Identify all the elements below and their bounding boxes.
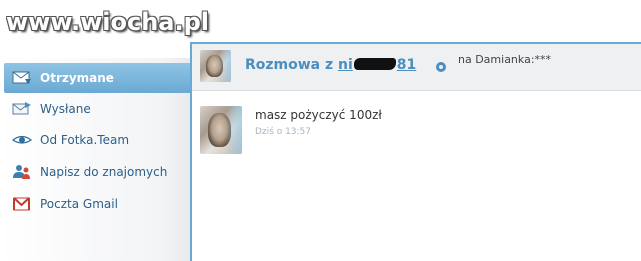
gmail-icon — [12, 196, 32, 212]
sidebar-item-label: Od Fotka.Team — [40, 133, 130, 147]
sidebar-item-label: Napisz do znajomych — [40, 165, 168, 179]
inbox-icon — [12, 70, 32, 86]
watermark: www.wiocha.pl — [6, 8, 210, 36]
sent-icon — [12, 101, 32, 117]
avatar[interactable] — [200, 50, 231, 82]
conversation-title-prefix: Rozmowa z — [245, 57, 334, 73]
sidebar-item-otrzymane[interactable]: Otrzymane — [4, 63, 190, 93]
sidebar-item-od-fotka-team[interactable]: Od Fotka.Team — [0, 125, 190, 155]
conversation-header: Rozmowa z ni 81 na Damianka:*** — [192, 44, 641, 91]
conversation-subtitle: na Damianka:*** — [458, 53, 552, 66]
sidebar-item-napisz-do-znajomych[interactable]: Napisz do znajomych — [0, 157, 190, 187]
sidebar-item-label: Poczta Gmail — [40, 197, 118, 211]
eye-icon — [12, 132, 32, 148]
conversation-title: Rozmowa z ni 81 — [245, 57, 416, 73]
nick-end: 81 — [396, 57, 417, 73]
contact-nick-link[interactable]: ni 81 — [338, 57, 416, 73]
friends-icon — [12, 164, 32, 180]
message-text: masz pożyczyć 100zł — [255, 108, 382, 122]
message-item: masz pożyczyć 100zł Dziś o 13:57 — [192, 100, 641, 160]
avatar[interactable] — [200, 106, 242, 154]
sidebar-item-wyslane[interactable]: Wysłane — [0, 94, 190, 124]
message-timestamp: Dziś o 13:57 — [255, 127, 312, 137]
sidebar-item-poczta-gmail[interactable]: Poczta Gmail — [0, 189, 190, 219]
nick-start: ni — [338, 57, 353, 73]
sidebar-item-label: Wysłane — [40, 102, 91, 116]
app-window: www.wiocha.pl Otrzymane Wysłane Od Fotka… — [0, 0, 641, 261]
sidebar-item-label: Otrzymane — [40, 71, 114, 85]
info-icon[interactable] — [436, 62, 446, 72]
redacted-scribble — [353, 58, 396, 70]
sidebar: Otrzymane Wysłane Od Fotka.Team Napisz d… — [0, 58, 190, 261]
